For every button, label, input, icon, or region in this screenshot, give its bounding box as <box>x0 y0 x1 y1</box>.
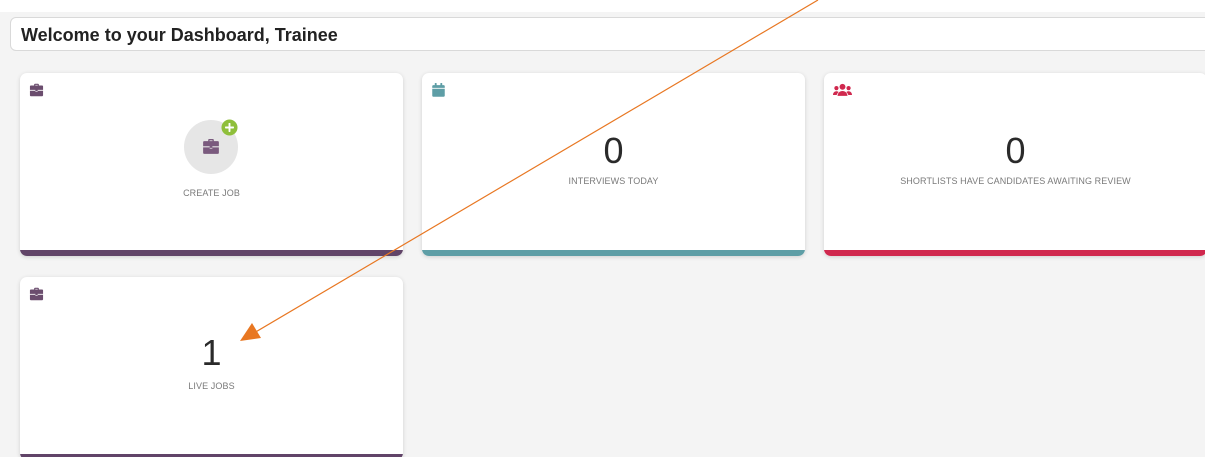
page-title: Welcome to your Dashboard, Trainee <box>21 25 338 45</box>
create-job-label: CREATE JOB <box>183 188 240 198</box>
plus-circle-icon <box>221 119 238 136</box>
welcome-bar: Welcome to your Dashboard, Trainee <box>10 17 1205 51</box>
card-accent-bar <box>20 250 403 256</box>
interviews-today-label: INTERVIEWS TODAY <box>568 176 659 186</box>
dashboard-page: Welcome to your Dashboard, Trainee CREAT… <box>0 0 1205 457</box>
top-strip <box>0 0 1205 12</box>
briefcase-icon <box>29 287 44 301</box>
interviews-today-value: 0 <box>603 130 624 171</box>
interviews-today-card[interactable]: 0 INTERVIEWS TODAY <box>422 73 805 256</box>
create-job-button[interactable] <box>184 119 238 174</box>
card-accent-bar <box>422 250 805 256</box>
create-job-card[interactable]: CREATE JOB <box>20 73 403 256</box>
briefcase-icon <box>203 138 219 154</box>
card-accent-bar <box>824 250 1205 256</box>
shortlists-label: SHORTLISTS HAVE CANDIDATES AWAITING REVI… <box>900 176 1131 186</box>
briefcase-icon <box>29 83 44 97</box>
users-icon <box>833 83 852 96</box>
live-jobs-card[interactable]: 1 LIVE JOBS <box>20 277 403 457</box>
live-jobs-label: LIVE JOBS <box>188 381 235 391</box>
calendar-icon <box>432 83 445 97</box>
shortlists-value: 0 <box>1005 130 1026 171</box>
shortlists-card[interactable]: 0 SHORTLISTS HAVE CANDIDATES AWAITING RE… <box>824 73 1205 256</box>
live-jobs-value: 1 <box>201 332 222 373</box>
